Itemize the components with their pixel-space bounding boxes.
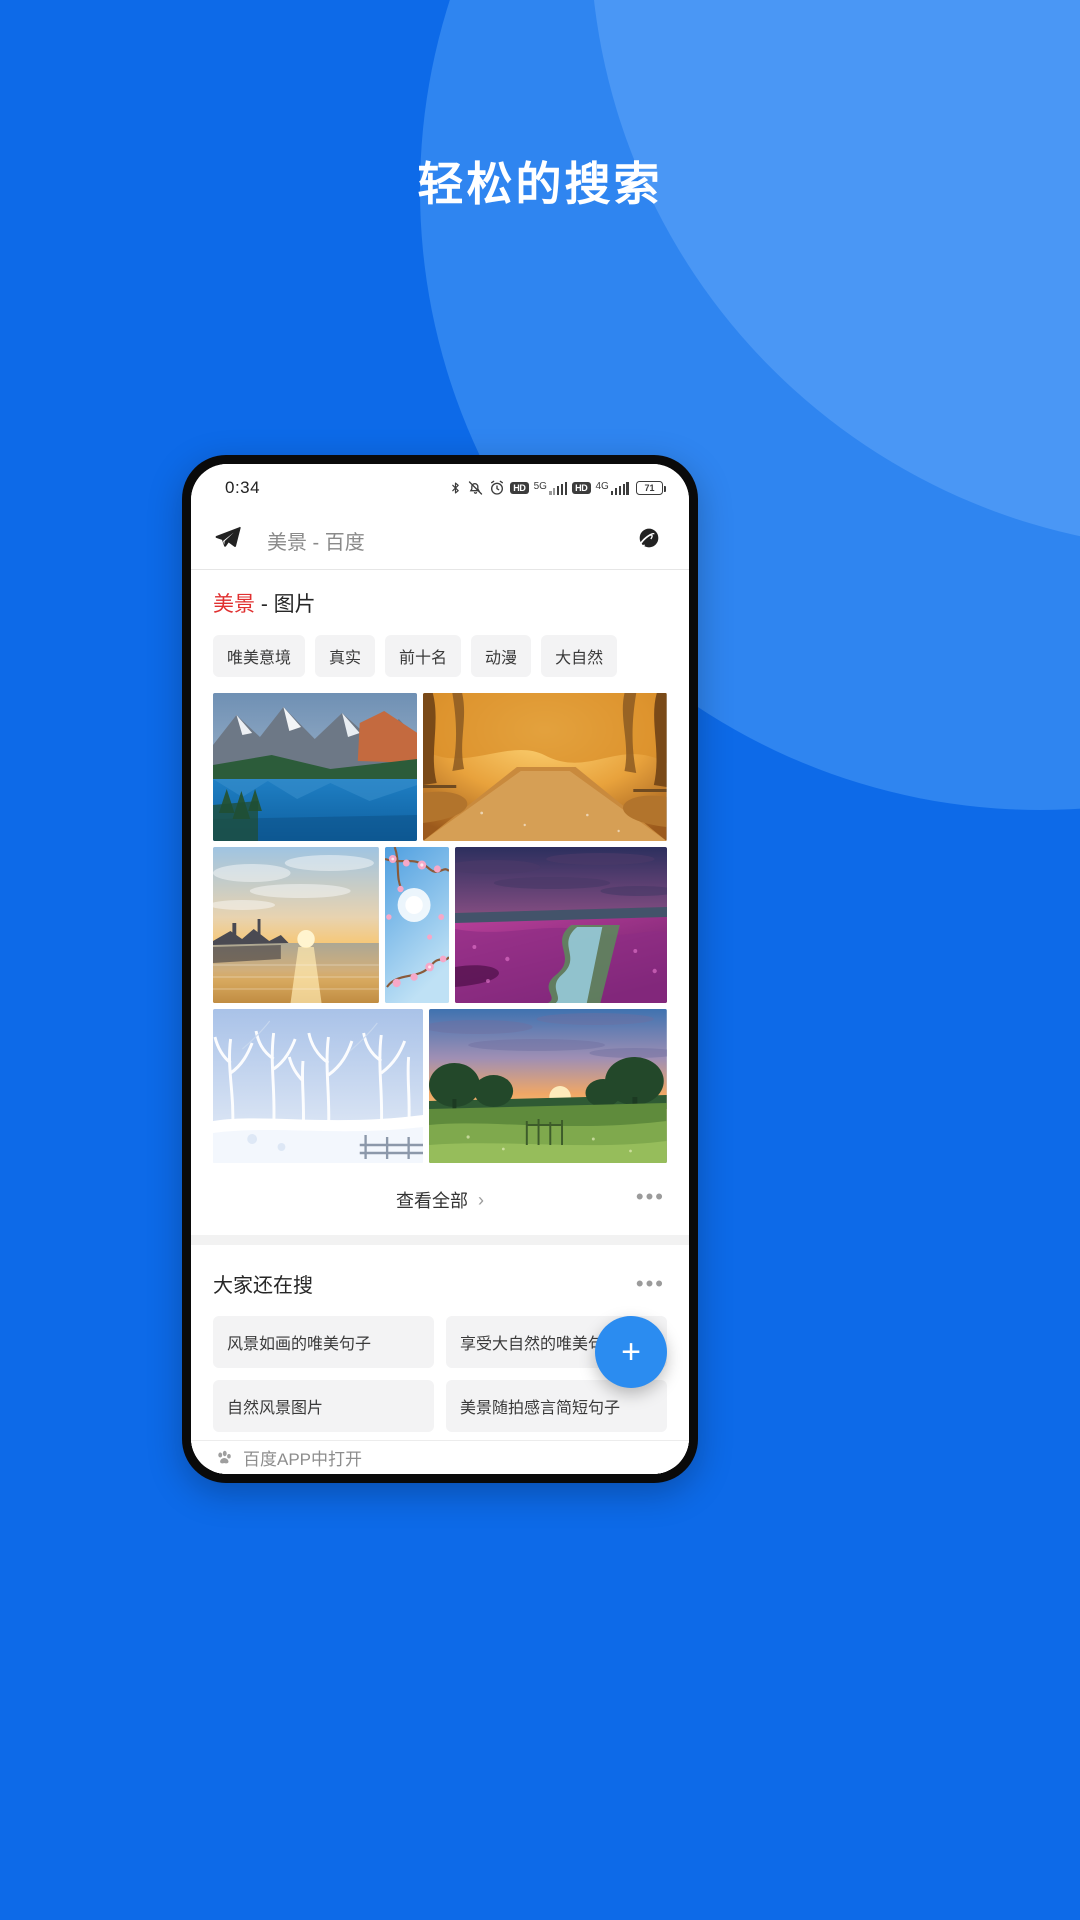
mute-vibrate-icon bbox=[467, 480, 484, 496]
purple-field-photo[interactable] bbox=[454, 847, 667, 1004]
related-search-item[interactable]: 风景如画的唯美句子 bbox=[213, 1316, 434, 1369]
image-mosaic[interactable] bbox=[191, 677, 689, 1164]
filter-chip[interactable]: 真实 bbox=[315, 635, 376, 678]
filter-chip[interactable]: 大自然 bbox=[541, 635, 618, 678]
hd-icon-2: HD bbox=[572, 482, 591, 494]
mosaic-row bbox=[213, 693, 667, 842]
status-bar-icons: HD 5G HD 4G 71 bbox=[449, 480, 666, 496]
filter-chip[interactable]: 前十名 bbox=[385, 635, 462, 678]
images-card-keyword: 美景 bbox=[213, 593, 255, 616]
filter-chip-row[interactable]: 唯美意境 真实 前十名 动漫 大自然 bbox=[191, 617, 689, 678]
add-button[interactable]: + bbox=[595, 1316, 667, 1388]
related-search-item[interactable]: 美景随拍感言简短句子 bbox=[446, 1380, 667, 1433]
mosaic-row bbox=[213, 847, 667, 1004]
browser-search-bar[interactable]: 美景 - 百度 bbox=[191, 512, 689, 570]
signal-4g-icon: 4G bbox=[596, 481, 629, 495]
related-searches-title: 大家还在搜 bbox=[213, 1275, 313, 1298]
page-title: 轻松的搜索 bbox=[417, 158, 663, 210]
planet-icon[interactable] bbox=[635, 524, 663, 557]
bluetooth-icon bbox=[449, 480, 462, 496]
autumn-road-photo[interactable] bbox=[423, 693, 667, 842]
signal-5g-icon: 5G bbox=[534, 481, 568, 495]
paper-plane-icon[interactable] bbox=[213, 523, 245, 558]
meadow-sunset-photo[interactable] bbox=[429, 1009, 667, 1164]
mosaic-row bbox=[213, 1009, 667, 1164]
chevron-right-icon: › bbox=[478, 1189, 484, 1210]
related-search-item[interactable]: 自然风景图片 bbox=[213, 1380, 434, 1433]
filter-chip[interactable]: 唯美意境 bbox=[213, 635, 306, 678]
open-in-app-label: 百度APP中打开 bbox=[243, 1450, 363, 1469]
page-content[interactable]: 美景 - 图片 唯美意境 真实 前十名 动漫 大自然 查看全部 › ••• 大家… bbox=[191, 570, 689, 1474]
view-all-images-button[interactable]: 查看全部 › ••• bbox=[191, 1169, 689, 1225]
filter-chip[interactable]: 动漫 bbox=[471, 635, 532, 678]
phone-screen: 0:34 HD 5G HD 4G 71 美景 - 百度 美景 - 图片 唯美意境… bbox=[191, 464, 689, 1474]
blossom-sky-photo[interactable] bbox=[384, 847, 449, 1004]
phone-mockup: 0:34 HD 5G HD 4G 71 美景 - 百度 美景 - 图片 唯美意境… bbox=[182, 455, 698, 1483]
hd-icon: HD bbox=[510, 482, 529, 494]
related-searches-header: 大家还在搜 ••• bbox=[191, 1245, 689, 1298]
snow-forest-photo[interactable] bbox=[213, 1009, 424, 1164]
sunset-coast-photo[interactable] bbox=[213, 847, 379, 1004]
images-card-subtitle: - 图片 bbox=[255, 593, 316, 616]
images-card: 美景 - 图片 唯美意境 真实 前十名 动漫 大自然 查看全部 › ••• bbox=[191, 570, 689, 1236]
battery-level: 71 bbox=[644, 483, 655, 493]
alarm-icon bbox=[489, 480, 505, 496]
battery-icon: 71 bbox=[636, 481, 666, 495]
more-options-icon[interactable]: ••• bbox=[636, 1186, 665, 1208]
paw-icon bbox=[215, 1449, 233, 1467]
view-all-label: 查看全部 bbox=[396, 1191, 468, 1212]
images-card-title: 美景 - 图片 bbox=[191, 570, 689, 617]
open-in-app-bar[interactable]: 百度APP中打开 bbox=[191, 1440, 689, 1474]
status-bar-clock: 0:34 bbox=[225, 478, 261, 497]
search-query-text[interactable]: 美景 - 百度 bbox=[267, 526, 635, 555]
mountain-lake-photo[interactable] bbox=[213, 693, 418, 842]
status-bar: 0:34 HD 5G HD 4G 71 bbox=[191, 464, 689, 512]
more-options-icon[interactable]: ••• bbox=[636, 1272, 665, 1294]
